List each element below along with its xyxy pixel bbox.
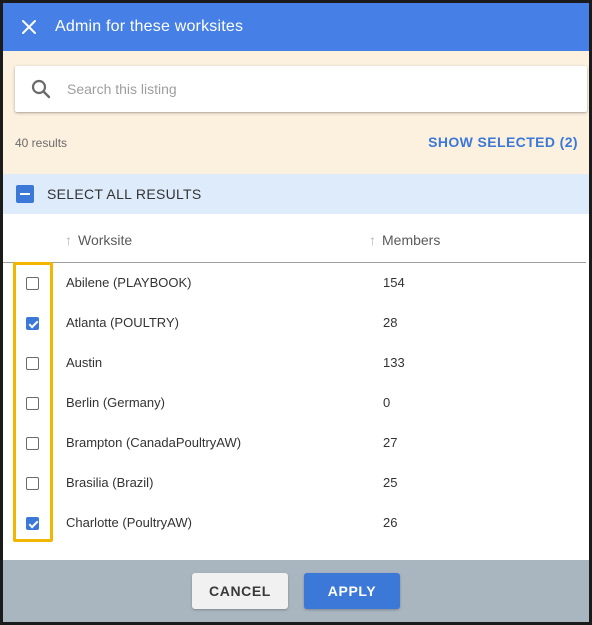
sort-arrow-up-icon: ↑ — [65, 232, 72, 248]
column-header-label: Worksite — [78, 232, 133, 248]
search-icon — [15, 66, 67, 112]
worksite-name: Austin — [66, 355, 103, 370]
table-header: ↑ Worksite ↑ Members — [3, 214, 586, 263]
search-box — [15, 66, 587, 112]
table-row: Charlotte (PoultryAW) 26 — [3, 503, 589, 543]
row-checkbox[interactable] — [26, 397, 39, 410]
dialog-title: Admin for these worksites — [55, 18, 244, 35]
row-checkbox[interactable] — [26, 317, 39, 330]
table-row: Atlanta (POULTRY) 28 — [3, 303, 589, 343]
worksite-name: Berlin (Germany) — [66, 395, 165, 410]
member-count: 154 — [383, 275, 405, 290]
worksite-name: Abilene (PLAYBOOK) — [66, 275, 192, 290]
worksite-name: Brasilia (Brazil) — [66, 475, 154, 490]
table-row: Austin 133 — [3, 343, 589, 383]
row-checkbox[interactable] — [26, 517, 39, 530]
column-header-members[interactable]: ↑ Members — [369, 232, 440, 248]
search-section: 40 results SHOW SELECTED (2) — [3, 51, 589, 174]
close-button[interactable] — [3, 3, 55, 51]
row-checkbox[interactable] — [26, 437, 39, 450]
select-all-label[interactable]: SELECT ALL RESULTS — [47, 186, 202, 202]
column-header-worksite[interactable]: ↑ Worksite — [65, 232, 132, 248]
sort-arrow-up-icon: ↑ — [369, 232, 376, 248]
dialog-footer: CANCEL APPLY — [3, 560, 589, 622]
member-count: 0 — [383, 395, 391, 410]
select-all-bar: SELECT ALL RESULTS — [3, 174, 589, 214]
worksite-name: Brampton (CanadaPoultryAW) — [66, 435, 242, 450]
column-header-label: Members — [382, 232, 441, 248]
dialog-header: Admin for these worksites — [3, 3, 589, 51]
cancel-button[interactable]: CANCEL — [192, 573, 288, 609]
table-row: Abilene (PLAYBOOK) 154 — [3, 263, 589, 303]
table-row: Brasilia (Brazil) 25 — [3, 463, 589, 503]
member-count: 25 — [383, 475, 398, 490]
table-row: Brampton (CanadaPoultryAW) 27 — [3, 423, 589, 463]
row-checkbox[interactable] — [26, 357, 39, 370]
apply-button[interactable]: APPLY — [304, 573, 400, 609]
close-icon — [22, 20, 36, 34]
table-row: Berlin (Germany) 0 — [3, 383, 589, 423]
worksite-name: Charlotte (PoultryAW) — [66, 515, 192, 530]
member-count: 27 — [383, 435, 398, 450]
results-count: 40 results — [15, 136, 68, 150]
row-checkbox[interactable] — [26, 477, 39, 490]
member-count: 28 — [383, 315, 398, 330]
show-selected-link[interactable]: SHOW SELECTED (2) — [428, 134, 578, 150]
worksite-name: Atlanta (POULTRY) — [66, 315, 179, 330]
worksite-list: Abilene (PLAYBOOK) 154 Atlanta (POULTRY)… — [3, 263, 589, 543]
member-count: 133 — [383, 355, 405, 370]
member-count: 26 — [383, 515, 398, 530]
select-all-checkbox[interactable] — [16, 185, 34, 203]
search-input[interactable] — [67, 69, 587, 109]
row-checkbox[interactable] — [26, 277, 39, 290]
